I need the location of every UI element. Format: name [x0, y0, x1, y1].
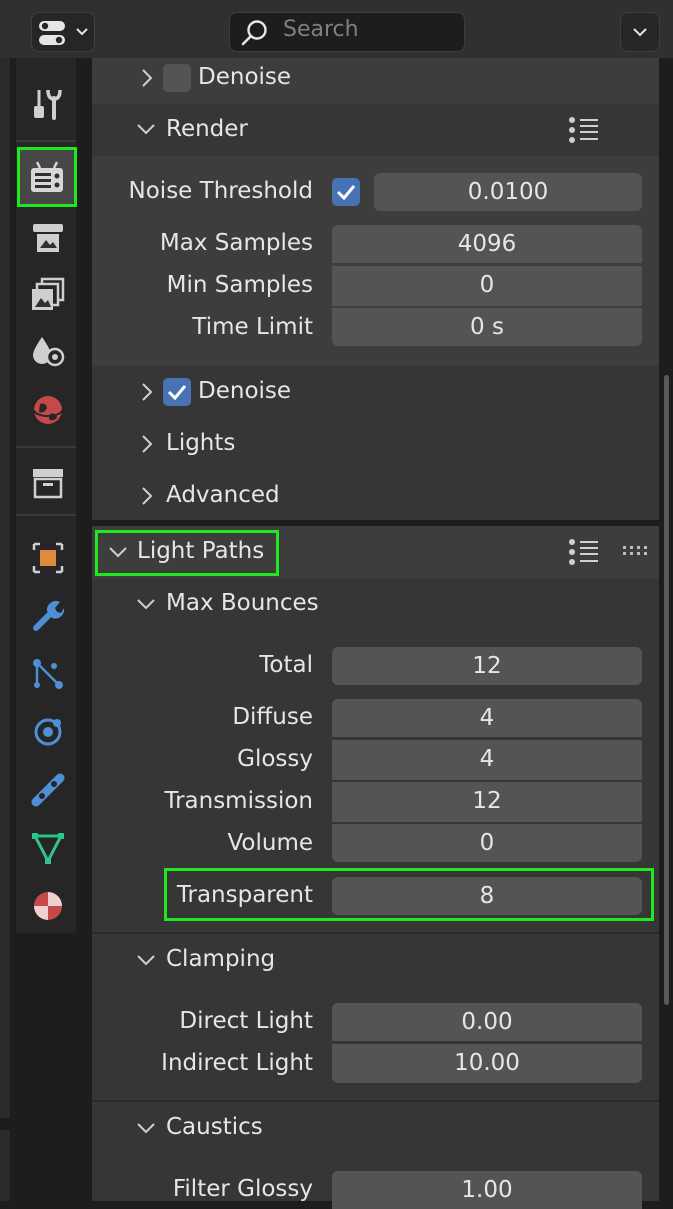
time-limit-label: Time Limit [192, 314, 313, 340]
view-layer-icon [32, 277, 65, 310]
chevron-right-icon [140, 486, 154, 506]
render-denoise-label: Denoise [198, 378, 292, 404]
caustics-label: Caustics [166, 1114, 263, 1140]
constraints-icon [31, 773, 65, 807]
presets-list-icon[interactable] [568, 538, 600, 566]
material-tab[interactable] [30, 888, 66, 924]
diffuse-label: Diffuse [232, 704, 313, 730]
viewport-denoise-checkbox[interactable] [163, 64, 191, 92]
indirect-light-label: Indirect Light [161, 1050, 313, 1076]
chevron-down-icon [136, 122, 156, 136]
modifiers-tab[interactable] [30, 598, 66, 634]
chevron-down-icon[interactable] [108, 545, 128, 559]
chevron-down-icon [136, 597, 156, 611]
render-icon [31, 161, 63, 192]
object-tab[interactable] [30, 540, 66, 576]
chevron-down-icon [136, 1121, 156, 1135]
clamping-label: Clamping [166, 946, 276, 972]
glossy-bounces-field[interactable]: 4 [332, 740, 642, 780]
options-dropdown-button[interactable] [620, 12, 660, 52]
glossy-label: Glossy [237, 746, 313, 772]
particles-icon [33, 659, 63, 689]
min-samples-label: Min Samples [166, 272, 313, 298]
world-icon [33, 396, 63, 424]
max-samples-label: Max Samples [159, 230, 313, 256]
indirect-light-field[interactable]: 10.00 [332, 1044, 642, 1083]
editor-type-icon [38, 19, 74, 47]
physics-tab[interactable] [30, 714, 66, 750]
editor-type-button[interactable] [31, 12, 95, 52]
scene-icon [33, 337, 65, 367]
transmission-label: Transmission [164, 788, 313, 814]
max-samples-field[interactable]: 4096 [332, 225, 642, 263]
physics-icon [34, 718, 62, 746]
transparent-bounces-field[interactable]: 8 [332, 877, 642, 915]
data-tab[interactable] [30, 830, 66, 866]
output-tab[interactable] [30, 220, 66, 254]
volume-label: Volume [227, 830, 313, 856]
volume-bounces-field[interactable]: 0 [332, 824, 642, 862]
collection-icon [33, 469, 63, 499]
viewport-denoise-label: Denoise [198, 64, 292, 90]
chevron-right-icon[interactable] [140, 68, 154, 88]
filter-glossy-field[interactable]: 1.00 [332, 1171, 642, 1209]
tab-divider [16, 446, 76, 448]
total-bounces-field[interactable]: 12 [332, 647, 642, 685]
time-limit-field[interactable]: 0 s [332, 308, 642, 346]
render-subpanel-label: Render [166, 116, 248, 142]
diffuse-bounces-field[interactable]: 4 [332, 699, 642, 737]
filter-glossy-label: Filter Glossy [172, 1176, 313, 1202]
noise-threshold-field[interactable]: 0.0100 [374, 173, 642, 211]
checkmark-icon [167, 385, 187, 401]
light-paths-title[interactable]: Light Paths [137, 538, 264, 564]
scene-tab[interactable] [30, 334, 66, 370]
tool-tab[interactable] [30, 86, 66, 122]
max-bounces-label: Max Bounces [166, 590, 319, 616]
advanced-label: Advanced [166, 482, 280, 508]
direct-light-label: Direct Light [179, 1008, 313, 1034]
noise-threshold-checkbox[interactable] [332, 178, 360, 206]
tab-divider [16, 514, 76, 516]
search-icon [240, 19, 270, 47]
view-layer-tab[interactable] [30, 276, 66, 312]
chevron-down-icon [633, 28, 647, 37]
transmission-bounces-field[interactable]: 12 [332, 782, 642, 822]
wrench-icon [33, 601, 65, 631]
chevron-right-icon [140, 382, 154, 402]
viewport-edge-lower [0, 1130, 10, 1201]
search-placeholder: Search [283, 17, 359, 42]
transparent-label: Transparent [176, 882, 313, 908]
chevron-down-icon [136, 953, 156, 967]
tab-divider [16, 140, 76, 142]
noise-threshold-label: Noise Threshold [128, 178, 313, 204]
collection-tab[interactable] [30, 466, 66, 500]
lights-label: Lights [166, 430, 236, 456]
chevron-right-icon [140, 434, 154, 454]
constraints-tab[interactable] [30, 772, 66, 808]
output-icon [33, 224, 63, 252]
world-tab[interactable] [30, 392, 66, 428]
particles-tab[interactable] [30, 656, 66, 692]
render-denoise-checkbox[interactable] [163, 378, 191, 406]
object-icon [32, 542, 64, 574]
material-icon [34, 892, 62, 920]
total-label: Total [259, 652, 313, 678]
tool-icon [34, 89, 62, 120]
viewport-edge [0, 58, 10, 1118]
mesh-data-icon [32, 833, 64, 865]
min-samples-field[interactable]: 0 [332, 266, 642, 306]
drag-handle-icon[interactable] [622, 545, 648, 557]
direct-light-field[interactable]: 0.00 [332, 1003, 642, 1041]
presets-list-icon[interactable] [568, 116, 600, 144]
chevron-down-icon [76, 28, 88, 36]
checkmark-icon [336, 185, 356, 201]
render-tab[interactable] [17, 147, 77, 207]
properties-scrollbar[interactable] [664, 375, 669, 1005]
